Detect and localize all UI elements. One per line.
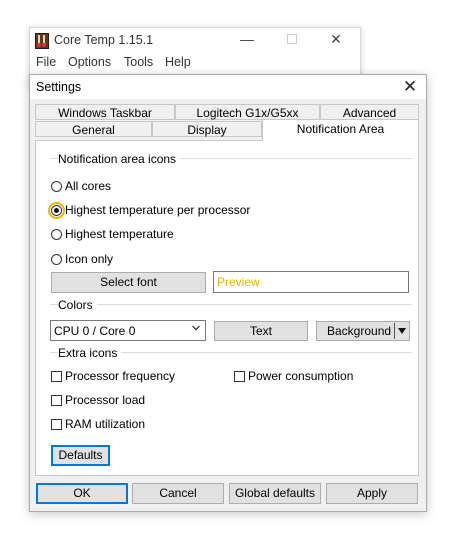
colors-label: Colors [58, 298, 97, 312]
icon-only-label[interactable]: Icon only [65, 252, 113, 266]
dialog-title: Settings [36, 80, 82, 94]
close-main-icon[interactable]: ✕ [328, 31, 344, 47]
menu-options[interactable]: Options [68, 55, 111, 69]
maximize-icon[interactable] [284, 31, 300, 47]
background-button-label: Background [327, 324, 392, 338]
checkbox-ram-utilization[interactable] [51, 419, 62, 430]
radio-all-cores[interactable] [51, 181, 62, 192]
defaults-button[interactable]: Defaults [51, 445, 110, 466]
processor-frequency-label[interactable]: Processor frequency [65, 369, 175, 383]
main-titlebar[interactable]: Core Temp 1.15.1 — ✕ [30, 28, 360, 54]
tab-windows-taskbar[interactable]: Windows Taskbar [35, 104, 175, 120]
background-color-button[interactable]: Background [316, 321, 410, 341]
checkbox-power-consumption[interactable] [234, 371, 245, 382]
power-consumption-label[interactable]: Power consumption [248, 369, 353, 383]
ram-utilization-label[interactable]: RAM utilization [65, 417, 145, 431]
menubar: File Options Tools Help [30, 54, 360, 74]
notification-icons-label: Notification area icons [58, 152, 181, 166]
minimize-icon[interactable]: — [239, 31, 255, 47]
apply-button[interactable]: Apply [326, 483, 418, 504]
main-window-title: Core Temp 1.15.1 [54, 33, 154, 47]
tab-logitech[interactable]: Logitech G1x/G5xx [175, 104, 320, 120]
global-defaults-button[interactable]: Global defaults [229, 483, 321, 504]
core-select-value: CPU 0 / Core 0 [54, 324, 136, 338]
text-color-button[interactable]: Text [214, 321, 308, 341]
ok-button[interactable]: OK [36, 483, 128, 504]
core-select[interactable]: CPU 0 / Core 0 [50, 320, 206, 341]
highest-per-processor-label[interactable]: Highest temperature per processor [65, 203, 250, 217]
select-font-button[interactable]: Select font [51, 272, 206, 293]
tab-advanced[interactable]: Advanced [320, 104, 419, 120]
thermometer-app-icon [35, 33, 49, 49]
menu-file[interactable]: File [36, 55, 56, 69]
notification-area-panel: Notification area icons All cores Highes… [35, 140, 419, 476]
tab-general[interactable]: General [35, 121, 152, 137]
settings-dialog: Settings ✕ Windows Taskbar Logitech G1x/… [29, 74, 427, 512]
radio-icon-only[interactable] [51, 254, 62, 265]
dialog-titlebar[interactable]: Settings ✕ [30, 75, 426, 99]
processor-load-label[interactable]: Processor load [65, 393, 145, 407]
chevron-down-icon [192, 325, 200, 331]
checkbox-processor-frequency[interactable] [51, 371, 62, 382]
tab-display[interactable]: Display [152, 121, 262, 137]
preview-text: Preview [217, 275, 260, 289]
radio-highest-per-processor[interactable] [51, 205, 62, 216]
menu-tools[interactable]: Tools [124, 55, 153, 69]
extra-icons-label: Extra icons [58, 346, 122, 360]
highest-temperature-label[interactable]: Highest temperature [65, 227, 174, 241]
preview-field: Preview [213, 271, 409, 293]
checkbox-processor-load[interactable] [51, 395, 62, 406]
tab-notification-area[interactable]: Notification Area [262, 119, 419, 141]
radio-highest-temperature[interactable] [51, 229, 62, 240]
group-divider [50, 304, 412, 305]
close-icon[interactable]: ✕ [400, 77, 420, 97]
all-cores-label[interactable]: All cores [65, 179, 111, 193]
cancel-button[interactable]: Cancel [132, 483, 224, 504]
split-separator [394, 323, 395, 339]
dropdown-arrow-icon[interactable] [398, 328, 406, 334]
menu-help[interactable]: Help [165, 55, 191, 69]
